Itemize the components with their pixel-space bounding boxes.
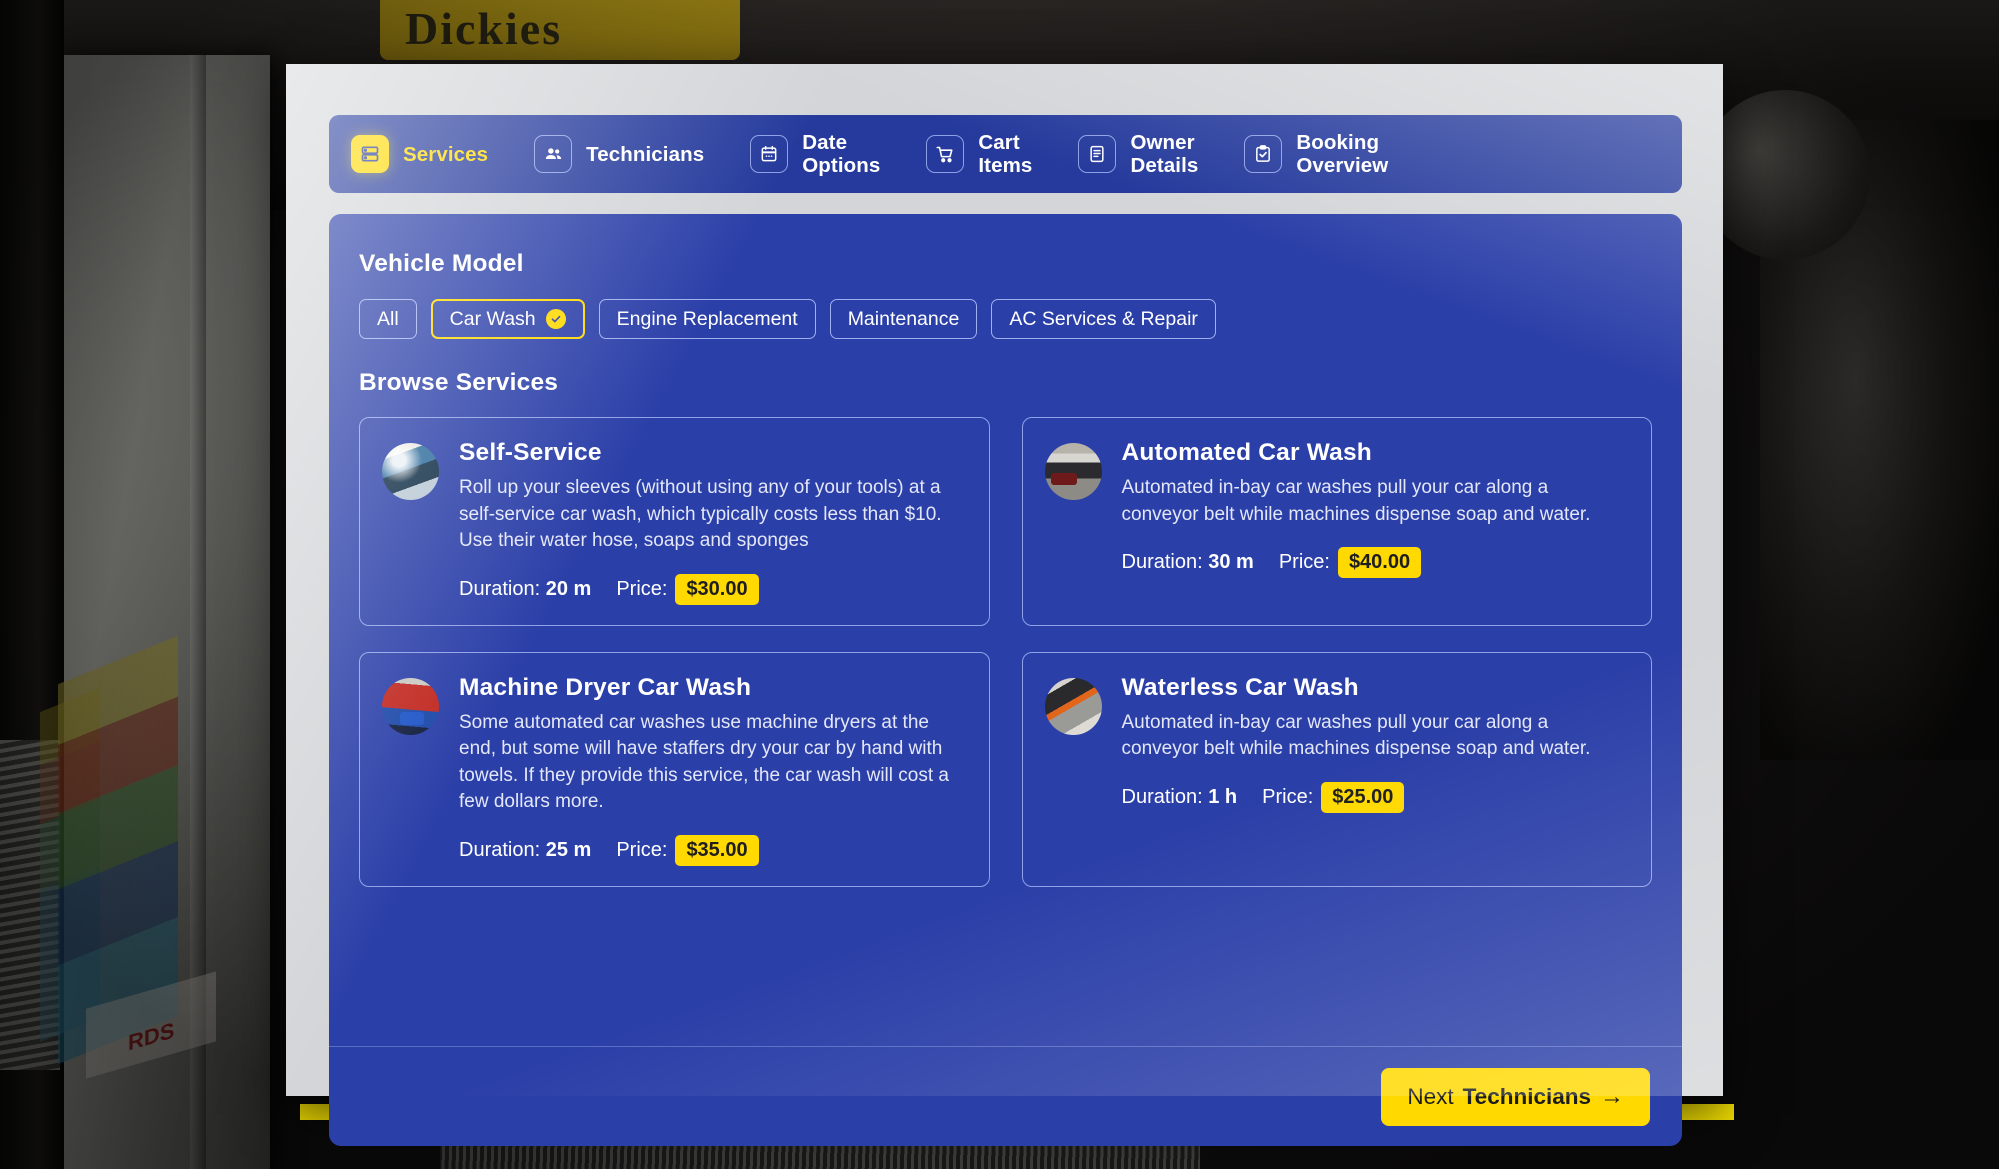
price-value: $35.00 [675, 834, 759, 866]
step-label-date-options: Date Options [802, 131, 881, 177]
booking-widget-container: Services Technicians Date Options Cart I… [286, 64, 1723, 1146]
service-thumbnail-icon [1044, 677, 1102, 735]
service-description: Roll up your sleeves (without using any … [459, 477, 942, 551]
filter-chip-ac-services-repair[interactable]: AC Services & Repair [991, 299, 1216, 339]
service-thumbnail-icon [382, 677, 439, 735]
service-name: Self-Service [459, 439, 602, 466]
duration-label: Duration: [1121, 785, 1203, 808]
service-duration: Duration: 30 m [1122, 551, 1254, 574]
booking-stepper-nav: Services Technicians Date Options Cart I… [329, 115, 1682, 193]
vehicle-model-filter-group: All Car Wash Engine Replacement Maintena… [359, 299, 1652, 339]
service-card-machine-dryer-car-wash[interactable]: Machine Dryer Car Wash Some automated ca… [359, 651, 990, 887]
filter-chip-all[interactable]: All [359, 299, 417, 339]
step-cart-items[interactable]: Cart Items [926, 115, 1078, 193]
service-card-waterless-car-wash[interactable]: Waterless Car Wash Automated in-bay car … [1021, 651, 1652, 887]
step-services[interactable]: Services [351, 115, 534, 193]
duration-label: Duration: [459, 838, 541, 861]
duration-value: 20 m [545, 577, 592, 600]
filter-chip-maintenance[interactable]: Maintenance [829, 299, 978, 339]
step-date-options[interactable]: Date Options [750, 115, 926, 193]
service-meta: Duration: 30 m Price: $40.00 [1122, 547, 1630, 578]
step-label-cart-items: Cart Items [978, 131, 1033, 177]
duration-value: 1 h [1208, 785, 1238, 808]
service-thumbnail-icon [382, 443, 439, 500]
service-duration: Duration: 25 m [459, 839, 591, 862]
users-icon [534, 135, 573, 173]
service-price: Price: $35.00 [616, 834, 759, 866]
step-label-booking-overview: Booking Overview [1296, 131, 1389, 177]
price-value: $25.00 [1321, 781, 1405, 813]
vehicle-model-title: Vehicle Model [359, 250, 524, 277]
service-card-automated-car-wash[interactable]: Automated Car Wash Automated in-bay car … [1021, 417, 1652, 626]
service-price: Price: $40.00 [1278, 547, 1422, 578]
price-label: Price: [616, 838, 668, 861]
price-label: Price: [616, 577, 668, 600]
arrow-right-icon: → [1600, 1082, 1624, 1110]
step-label-owner-details: Owner Details [1130, 131, 1199, 177]
service-card-self-service[interactable]: Self-Service Roll up your sleeves (witho… [359, 417, 990, 626]
duration-label: Duration: [1121, 551, 1203, 573]
services-grid: Self-Service Roll up your sleeves (witho… [359, 417, 1652, 887]
services-panel: Vehicle Model All Car Wash Engine Replac… [329, 214, 1682, 1046]
service-name: Waterless Car Wash [1121, 673, 1359, 701]
clipboard-check-icon [1244, 135, 1283, 173]
service-name: Automated Car Wash [1121, 439, 1372, 466]
service-price: Price: $30.00 [616, 573, 759, 605]
service-description: Automated in-bay car washes pull your ca… [1121, 477, 1591, 525]
document-icon [1078, 135, 1117, 173]
price-label: Price: [1262, 785, 1314, 808]
step-label-services: Services [403, 142, 489, 166]
next-target-label: Technicians [1462, 1083, 1591, 1109]
check-circle-icon [545, 309, 566, 329]
filter-chip-car-wash[interactable]: Car Wash [430, 299, 585, 339]
price-value: $40.00 [1337, 547, 1422, 578]
service-meta: Duration: 1 h Price: $25.00 [1122, 781, 1630, 813]
browse-services-title: Browse Services [359, 369, 559, 396]
service-thumbnail-icon [1044, 443, 1102, 500]
duration-label: Duration: [459, 577, 541, 600]
service-meta: Duration: 25 m Price: $35.00 [459, 834, 967, 866]
duration-value: 30 m [1208, 551, 1254, 573]
duration-value: 25 m [545, 838, 592, 861]
service-duration: Duration: 20 m [459, 578, 591, 601]
service-name: Machine Dryer Car Wash [459, 673, 752, 701]
next-technicians-button[interactable]: Next Technicians → [1381, 1067, 1650, 1126]
step-label-technicians: Technicians [586, 142, 705, 166]
step-booking-overview[interactable]: Booking Overview [1244, 115, 1434, 193]
next-prefix-label: Next [1407, 1083, 1454, 1109]
step-technicians[interactable]: Technicians [534, 115, 750, 193]
calendar-icon [750, 135, 789, 173]
price-value: $30.00 [675, 573, 759, 605]
wizard-footer: Next Technicians → [329, 1046, 1682, 1146]
service-price: Price: $25.00 [1262, 781, 1405, 813]
service-meta: Duration: 20 m Price: $30.00 [459, 573, 967, 605]
filter-chip-car-wash-label: Car Wash [449, 307, 536, 330]
filter-chip-engine-replacement[interactable]: Engine Replacement [598, 299, 816, 339]
service-description: Some automated car washes use machine dr… [459, 711, 949, 813]
services-icon [351, 135, 389, 173]
service-description: Automated in-bay car washes pull your ca… [1121, 711, 1591, 760]
service-duration: Duration: 1 h [1122, 786, 1238, 809]
price-label: Price: [1278, 551, 1330, 573]
step-owner-details[interactable]: Owner Details [1078, 115, 1244, 193]
cart-icon [926, 135, 965, 173]
